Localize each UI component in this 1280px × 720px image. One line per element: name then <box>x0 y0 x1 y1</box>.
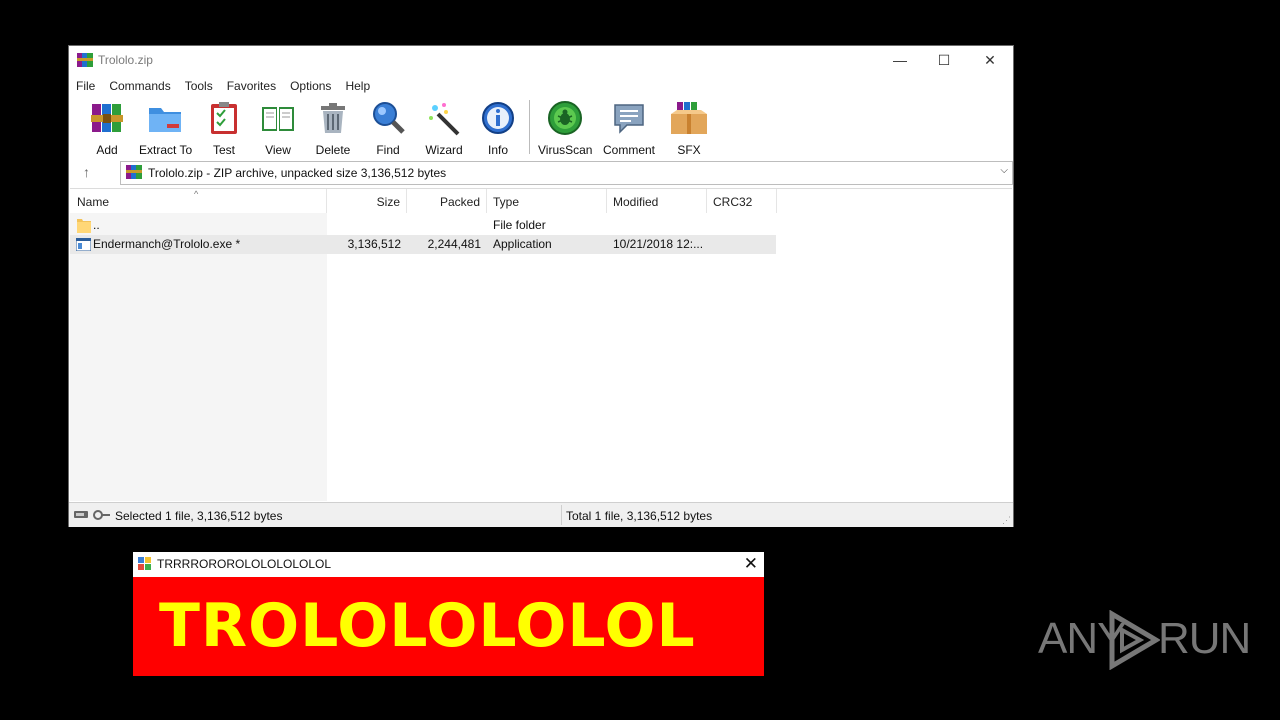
status-bar: Selected 1 file, 3,136,512 bytes Total 1… <box>69 502 1013 527</box>
row-type: Application <box>493 237 552 251</box>
menu-options[interactable]: Options <box>283 76 338 96</box>
header-name[interactable]: ^ Name <box>70 189 327 213</box>
status-separator <box>561 505 562 525</box>
trash-icon <box>321 103 345 133</box>
address-field[interactable]: Trololo.zip - ZIP archive, unpacked size… <box>120 161 1013 185</box>
winrar-app-icon <box>77 53 93 67</box>
maximize-button[interactable]: ☐ <box>921 46 967 74</box>
magnifier-icon <box>373 102 405 134</box>
header-size[interactable]: Size <box>327 189 407 213</box>
dialog-body: TROLOLOLOLOL <box>133 577 764 676</box>
exe-icon <box>76 238 91 251</box>
address-text: Trololo.zip - ZIP archive, unpacked size… <box>148 166 447 180</box>
menu-commands[interactable]: Commands <box>102 76 177 96</box>
comment-button[interactable]: Comment <box>601 100 657 157</box>
status-left: Selected 1 file, 3,136,512 bytes <box>115 509 283 523</box>
minimize-button[interactable]: — <box>877 46 923 74</box>
header-modified[interactable]: Modified <box>607 189 707 213</box>
test-clipboard-icon <box>211 102 237 134</box>
toolbar-separator <box>529 100 530 154</box>
name-column-tint <box>70 213 327 501</box>
table-row[interactable]: Endermanch@Trololo.exe * 3,136,512 2,244… <box>70 235 776 254</box>
row-name: Endermanch@Trololo.exe * <box>93 237 241 251</box>
dialog-title: TRRRROROROLOLOLOLOLOL <box>157 557 332 571</box>
watermark-right: RUN <box>1158 614 1251 663</box>
menu-tools[interactable]: Tools <box>178 76 220 96</box>
comment-icon <box>614 104 644 134</box>
info-icon <box>482 102 514 134</box>
add-button[interactable]: Add <box>89 100 125 157</box>
row-type: File folder <box>493 218 546 232</box>
dialog-close-button[interactable]: ✕ <box>744 554 758 574</box>
view-book-icon <box>262 107 294 131</box>
file-list: ^ Name Size Packed Type Modified CRC32 .… <box>70 188 1012 501</box>
virus-scan-icon <box>548 101 582 135</box>
menu-bar: File Commands Tools Favorites Options He… <box>69 76 377 96</box>
wizard-label: Wizard <box>425 143 463 157</box>
up-arrow-icon[interactable]: ↑ <box>83 164 90 180</box>
header-type[interactable]: Type <box>487 189 607 213</box>
add-archive-icon <box>91 104 123 132</box>
find-button[interactable]: Find <box>370 100 406 157</box>
sfx-box-icon <box>671 102 707 134</box>
archive-icon <box>126 165 142 179</box>
menu-help[interactable]: Help <box>338 76 377 96</box>
extract-to-button[interactable]: Extract To <box>139 100 193 157</box>
chevron-down-icon[interactable]: ⌵ <box>1000 165 1008 176</box>
header-crc32[interactable]: CRC32 <box>707 189 777 213</box>
extract-to-label: Extract To <box>139 143 193 157</box>
dialog-message: TROLOLOLOLOL <box>159 591 696 661</box>
row-packed: 2,244,481 <box>427 237 481 251</box>
sfx-button[interactable]: SFX <box>669 100 709 157</box>
title-bar[interactable]: Trololo.zip — ☐ ✕ <box>69 46 1013 74</box>
troll-dialog: TRRRROROROLOLOLOLOLOL ✕ TROLOLOLOLOL <box>133 552 764 676</box>
info-button[interactable]: Info <box>480 100 516 157</box>
test-label: Test <box>212 143 235 157</box>
virusscan-label: VirusScan <box>538 143 593 157</box>
status-right: Total 1 file, 3,136,512 bytes <box>566 509 713 523</box>
sfx-label: SFX <box>677 143 701 157</box>
menu-file[interactable]: File <box>69 76 102 96</box>
row-name: .. <box>93 218 100 232</box>
toolbar: Add Extract To Test View Delete Find Wiz… <box>69 98 1013 157</box>
view-button[interactable]: View <box>256 100 300 157</box>
delete-label: Delete <box>315 143 351 157</box>
virusscan-button[interactable]: VirusScan <box>538 100 593 157</box>
test-button[interactable]: Test <box>206 100 242 157</box>
address-bar: ↑ Trololo.zip - ZIP archive, unpacked si… <box>69 160 1013 186</box>
drive-key-icon <box>74 510 110 520</box>
resize-grip-icon[interactable]: ⋰ <box>1002 515 1011 526</box>
menu-favorites[interactable]: Favorites <box>220 76 283 96</box>
table-row[interactable]: .. File folder <box>70 216 776 235</box>
close-button[interactable]: ✕ <box>967 46 1013 74</box>
play-logo-icon <box>1109 610 1160 670</box>
window-title: Trololo.zip <box>98 53 153 67</box>
header-name-label: Name <box>77 195 110 209</box>
extract-folder-icon <box>149 108 181 132</box>
find-label: Find <box>376 143 400 157</box>
wand-icon <box>429 103 460 136</box>
folder-icon <box>77 219 91 233</box>
row-modified: 10/21/2018 12:... <box>613 237 704 251</box>
delete-button[interactable]: Delete <box>315 100 351 157</box>
winrar-window: Trololo.zip — ☐ ✕ File Commands Tools Fa… <box>69 46 1013 527</box>
dialog-app-icon <box>138 557 151 570</box>
wizard-button[interactable]: Wizard <box>425 100 463 157</box>
view-label: View <box>265 143 291 157</box>
add-label: Add <box>96 143 118 157</box>
info-label: Info <box>487 143 508 157</box>
sort-up-icon: ^ <box>194 189 199 199</box>
row-size: 3,136,512 <box>347 237 401 251</box>
header-packed[interactable]: Packed <box>407 189 487 213</box>
comment-label: Comment <box>602 143 655 157</box>
